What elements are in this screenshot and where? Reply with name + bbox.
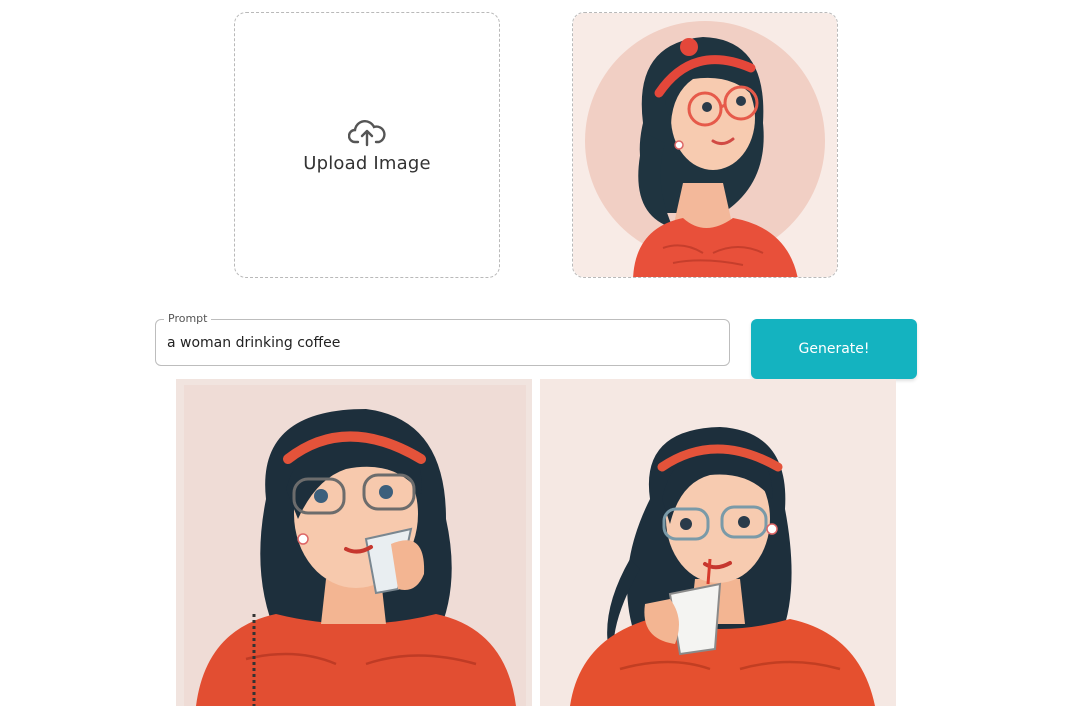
prompt-field[interactable]: Prompt xyxy=(155,312,730,366)
result-portrait-2 xyxy=(540,379,896,706)
result-image-2[interactable] xyxy=(540,379,896,706)
reference-portrait xyxy=(573,13,837,277)
generate-button[interactable]: Generate! xyxy=(751,319,917,379)
upload-image-label: Upload Image xyxy=(303,152,431,174)
prompt-input[interactable] xyxy=(156,320,729,365)
upload-image-dropzone[interactable]: Upload Image xyxy=(234,12,500,278)
cloud-upload-icon xyxy=(348,119,386,146)
result-image-1[interactable] xyxy=(176,379,532,706)
result-portrait-1 xyxy=(176,379,532,706)
reference-image xyxy=(572,12,838,278)
